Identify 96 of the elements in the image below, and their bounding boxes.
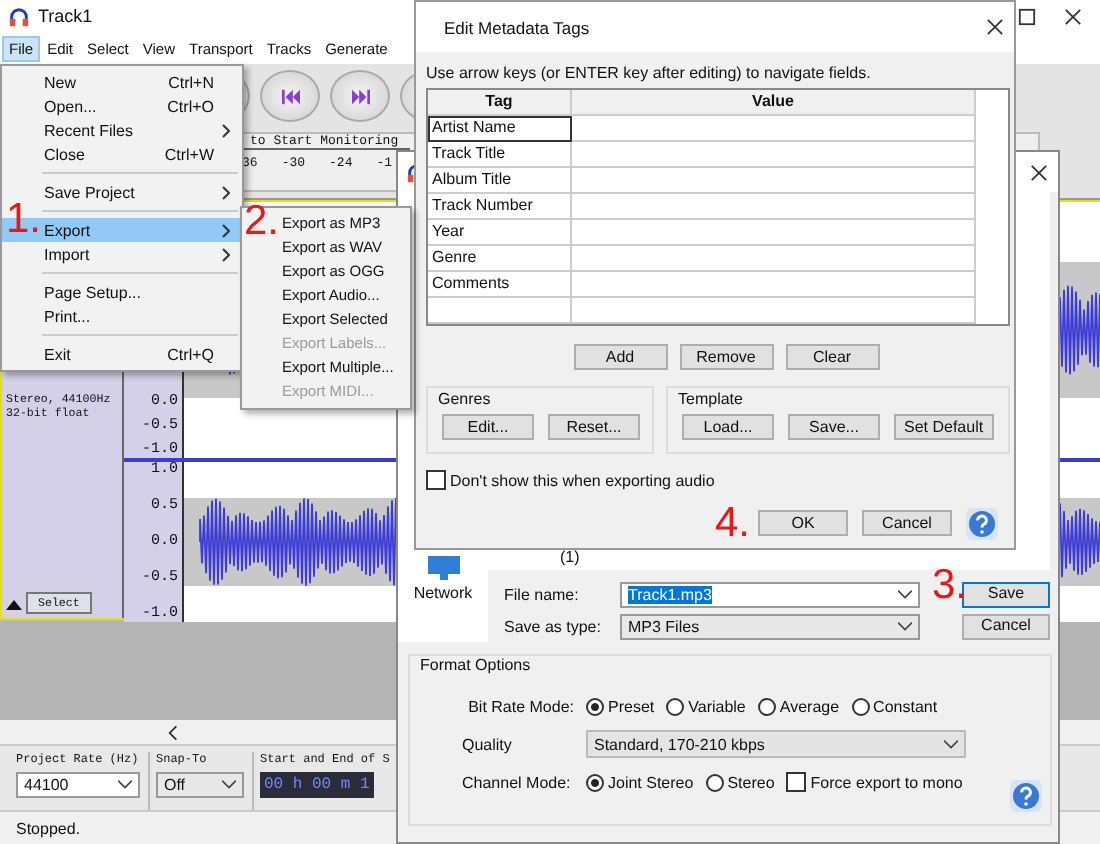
tag-cell[interactable]: Track Number xyxy=(428,194,572,220)
radio-button[interactable] xyxy=(586,697,604,715)
tag-cell[interactable]: Track Title xyxy=(428,142,572,168)
checkbox[interactable] xyxy=(786,772,807,792)
skip-to-end-icon xyxy=(349,87,371,105)
help-icon[interactable] xyxy=(1010,780,1042,812)
checkbox-option[interactable]: Force export to mono xyxy=(786,772,963,792)
cancel-button[interactable]: Cancel xyxy=(962,613,1050,639)
close-icon[interactable] xyxy=(1030,163,1048,181)
menu-item[interactable]: Close Ctrl+W xyxy=(2,142,242,166)
monitor-icon xyxy=(423,554,463,582)
genres-button[interactable]: Reset... xyxy=(548,414,640,440)
radio-button[interactable] xyxy=(666,697,685,715)
file-list-item[interactable]: (1) xyxy=(560,548,580,566)
save-button[interactable]: Save xyxy=(962,581,1050,607)
dropdown-caret-icon xyxy=(944,739,958,749)
table-action-button[interactable]: Remove xyxy=(679,344,773,370)
dropdown-caret-icon xyxy=(898,621,912,631)
project-rate-dropdown[interactable]: 44100 xyxy=(16,772,140,798)
file-name-label: File name: xyxy=(502,585,581,603)
maximize-icon[interactable] xyxy=(1018,7,1036,25)
step-number: 4. xyxy=(714,502,750,544)
value-cell[interactable] xyxy=(572,298,976,324)
tag-cell[interactable]: Comments xyxy=(428,272,572,298)
template-button[interactable]: Save... xyxy=(788,414,880,440)
dropdown-caret-icon xyxy=(222,780,236,790)
collapse-icon[interactable] xyxy=(6,597,22,609)
dropdown-caret-icon xyxy=(118,780,132,790)
table-action-button[interactable]: Clear xyxy=(785,344,879,370)
menu-item[interactable]: Page Setup... xyxy=(2,280,242,304)
table-action-button[interactable]: Add xyxy=(573,344,667,370)
group-title: Template xyxy=(674,390,747,408)
radio-option[interactable]: Stereo xyxy=(705,773,775,791)
dialog-title: Edit Metadata Tags xyxy=(444,17,590,37)
menu-item[interactable]: Save Project xyxy=(2,180,242,204)
save-as-type-label: Save as type: xyxy=(502,617,603,635)
step-number: 3. xyxy=(932,564,968,606)
dropdown-caret-icon xyxy=(898,589,912,599)
template-button[interactable]: Load... xyxy=(682,414,774,440)
status-text: Stopped. xyxy=(16,819,81,837)
group-title: Format Options xyxy=(416,656,535,674)
template-button[interactable]: Set Default xyxy=(894,414,994,440)
tag-cell[interactable]: Album Title xyxy=(428,168,572,194)
menu-item[interactable]: Print... xyxy=(2,304,242,328)
value-cell[interactable] xyxy=(572,116,976,142)
headphones-icon xyxy=(8,5,30,27)
snap-to-dropdown[interactable]: Off xyxy=(156,772,244,798)
value-cell[interactable] xyxy=(572,168,976,194)
value-cell[interactable] xyxy=(572,220,976,246)
skip-to-start-icon xyxy=(279,87,301,105)
time-field[interactable]: 00 h 00 m 1 xyxy=(260,772,374,798)
radio-button[interactable] xyxy=(851,697,870,715)
group-title: Genres xyxy=(434,390,495,408)
column-header[interactable]: Tag xyxy=(428,90,572,116)
close-icon[interactable] xyxy=(986,18,1004,36)
menu-item[interactable]: Open... Ctrl+O xyxy=(2,94,242,118)
radio-option[interactable]: Constant xyxy=(851,697,938,715)
value-cell[interactable] xyxy=(572,194,976,220)
step-number: 2. xyxy=(244,200,280,242)
ok-button[interactable]: OK xyxy=(758,510,848,536)
window-title: Track1 xyxy=(38,6,93,26)
cancel-button[interactable]: Cancel xyxy=(862,510,952,536)
tag-cell[interactable]: Genre xyxy=(428,246,572,272)
tag-cell[interactable]: Year xyxy=(428,220,572,246)
bit-rate-mode-label: Bit Rate Mode: xyxy=(466,697,574,715)
menu-item[interactable]: New Ctrl+N xyxy=(2,70,242,94)
radio-button[interactable] xyxy=(586,773,604,791)
close-icon[interactable] xyxy=(1064,7,1082,25)
network-place[interactable]: Network xyxy=(398,554,488,602)
channel-mode-label: Channel Mode: xyxy=(462,773,573,791)
checkbox-option[interactable]: Don't show this when exporting audio xyxy=(426,470,1010,490)
value-cell[interactable] xyxy=(572,142,976,168)
menu-item[interactable]: Exit Ctrl+Q xyxy=(2,342,242,366)
help-icon[interactable] xyxy=(966,507,998,539)
column-header[interactable]: Value xyxy=(572,90,976,116)
genres-button[interactable]: Edit... xyxy=(442,414,534,440)
menu-item[interactable]: Recent Files xyxy=(2,118,242,142)
quality-dropdown[interactable]: Standard, 170-210 kbps xyxy=(586,730,966,758)
value-cell[interactable] xyxy=(572,272,976,298)
scroll-left-icon[interactable] xyxy=(168,725,178,739)
skip-to-start-button[interactable] xyxy=(260,70,320,122)
menu-item[interactable]: Import xyxy=(2,242,242,266)
tag-cell[interactable] xyxy=(428,298,572,324)
radio-button[interactable] xyxy=(757,697,776,715)
value-cell[interactable] xyxy=(572,246,976,272)
quality-label: Quality xyxy=(462,735,514,753)
file-type-dropdown[interactable]: MP3 Files xyxy=(620,613,920,639)
tag-cell[interactable]: Artist Name xyxy=(428,116,572,142)
radio-option[interactable]: Preset xyxy=(586,697,655,715)
radio-option[interactable]: Average xyxy=(757,697,840,715)
skip-to-end-button[interactable] xyxy=(330,70,390,122)
file-name-field[interactable]: Track1.mp3 xyxy=(620,581,920,607)
radio-option[interactable]: Variable xyxy=(666,697,746,715)
checkbox[interactable] xyxy=(426,470,446,490)
radio-option[interactable]: Joint Stereo xyxy=(586,773,694,791)
radio-button[interactable] xyxy=(705,773,724,791)
